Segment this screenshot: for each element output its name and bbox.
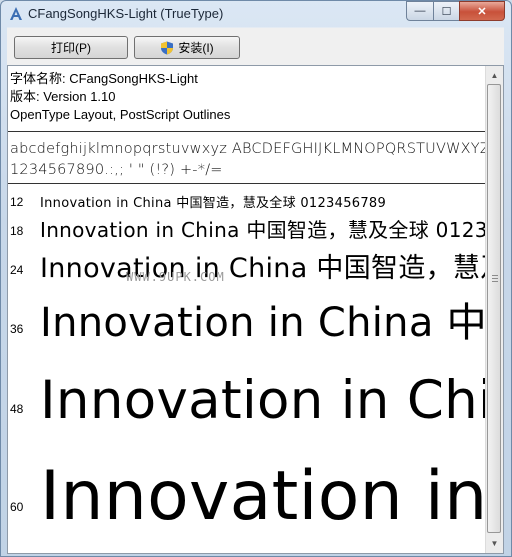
font-info: 字体名称: CFangSongHKS-Light 版本: Version 1.1… — [10, 70, 230, 124]
sample-size-label: 12 — [10, 195, 24, 209]
sample-size-label: 48 — [10, 402, 24, 416]
divider — [8, 183, 492, 184]
sample-row: 48 Innovation in China 中国智造，慧及全球 0123456… — [8, 356, 492, 426]
sample-text: Innovation in China 中国智造，慧及全球 0123456789 — [40, 253, 492, 284]
grip-line — [492, 278, 498, 279]
font-app-icon — [10, 7, 22, 20]
print-button[interactable]: 打印(P) — [14, 36, 128, 59]
sample-text: Innovation in China 中国智造，慧及全球 0123456789 — [40, 370, 492, 426]
sample-size-label: 18 — [10, 224, 24, 238]
maximize-button[interactable]: ☐ — [433, 1, 459, 21]
close-button[interactable]: ✕ — [459, 1, 505, 21]
uac-shield-icon — [161, 41, 174, 54]
sample-size-label: 36 — [10, 322, 24, 336]
glyph-set: abcdefghijklmnopqrstuvwxyz ABCDEFGHIJKLM… — [10, 139, 490, 181]
sample-text: Innovation in China 中国智造，慧及全球 0123456789 — [40, 300, 492, 346]
scrollbar-thumb[interactable] — [487, 84, 501, 533]
sample-row: 24 Innovation in China 中国智造，慧及全球 0123456… — [8, 244, 492, 286]
font-outline-text: OpenType Layout, PostScript Outlines — [10, 107, 231, 122]
sample-text: Innovation in China 中国智造，慧及全球 0123456789 — [40, 218, 492, 242]
font-version-text: 版本: Version 1.10 — [10, 89, 116, 104]
title-bar[interactable]: CFangSongHKS-Light (TrueType) — ☐ ✕ — [1, 1, 511, 27]
minimize-button[interactable]: — — [406, 1, 433, 21]
grip-line — [492, 281, 498, 282]
sample-text: Innovation in China 中国智造，慧及全球 0123456789 — [40, 196, 387, 211]
sample-text: Innovation in China 中国智造，慧及全球 0123456789 — [40, 457, 492, 528]
font-viewer-window: CFangSongHKS-Light (TrueType) — ☐ ✕ 打印(P… — [0, 0, 512, 557]
vertical-scrollbar[interactable]: ▲ ▼ — [485, 66, 503, 553]
window-title: CFangSongHKS-Light (TrueType) — [28, 6, 224, 21]
sample-row: 18 Innovation in China 中国智造，慧及全球 0123456… — [8, 212, 492, 244]
glyph-digits-symbols: 1234567890.:,; ' " (!?) +-*/= — [10, 162, 223, 178]
sample-row: 60 Innovation in China 中国智造，慧及全球 0123456… — [8, 438, 492, 528]
install-button[interactable]: 安装(I) — [134, 36, 240, 59]
toolbar: 打印(P) 安装(I) — [7, 27, 504, 66]
font-name-text: 字体名称: CFangSongHKS-Light — [10, 71, 198, 86]
grip-line — [492, 275, 498, 276]
sample-row: 36 Innovation in China 中国智造，慧及全球 0123456… — [8, 288, 492, 346]
divider — [8, 131, 492, 132]
scroll-up-arrow-icon[interactable]: ▲ — [487, 67, 502, 83]
sample-size-label: 24 — [10, 263, 24, 277]
install-button-label: 安装(I) — [178, 41, 214, 55]
scroll-down-arrow-icon[interactable]: ▼ — [487, 535, 502, 551]
sample-size-label: 60 — [10, 500, 24, 514]
sample-row: 12 Innovation in China 中国智造，慧及全球 0123456… — [8, 190, 492, 212]
font-preview-area[interactable]: 字体名称: CFangSongHKS-Light 版本: Version 1.1… — [7, 65, 504, 554]
watermark: WWW.9UPK.COM — [126, 270, 225, 284]
window-controls: — ☐ ✕ — [406, 1, 505, 21]
print-button-label: 打印(P) — [51, 41, 91, 55]
glyph-letters: abcdefghijklmnopqrstuvwxyz ABCDEFGHIJKLM… — [10, 141, 490, 157]
